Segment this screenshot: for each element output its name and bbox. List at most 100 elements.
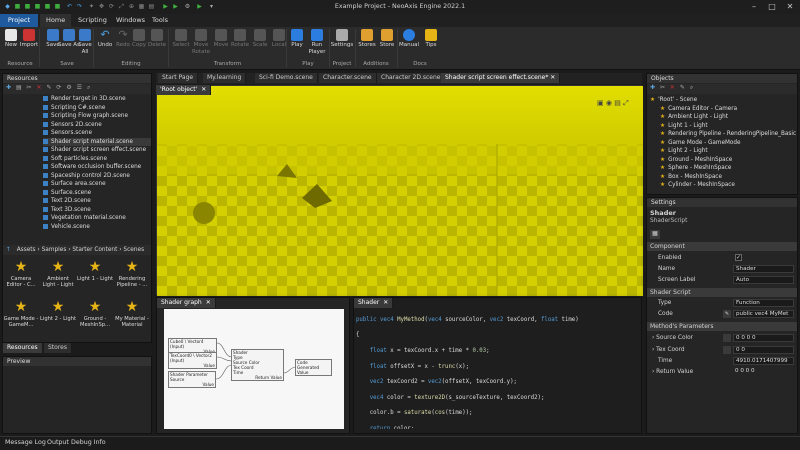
resource-file-item[interactable]: Surface area.scene: [43, 180, 151, 189]
object-tree-item[interactable]: ★ Box - MeshInSpace: [650, 173, 796, 182]
output-tab[interactable]: Output: [47, 439, 69, 446]
display-icon[interactable]: ▤: [614, 99, 621, 107]
object-tree-item[interactable]: ★ Light 2 - Light: [650, 147, 796, 156]
type-select[interactable]: Function: [733, 299, 794, 307]
close-icon[interactable]: ✕: [201, 86, 206, 93]
store-button[interactable]: Store: [376, 29, 398, 49]
viewport-root-tab[interactable]: 'Root object' ✕: [156, 85, 212, 95]
sphere-object[interactable]: [193, 202, 215, 224]
camera-icon[interactable]: ▣: [597, 99, 604, 107]
object-tree-item[interactable]: ★ Game Mode - GameMode: [650, 139, 796, 148]
source-color-row[interactable]: › Source Color: [652, 333, 693, 343]
code-editor[interactable]: public vec4 MyMethod(vec4 sourceColor, v…: [356, 309, 640, 429]
add-icon[interactable]: ✚: [650, 84, 655, 91]
cut-icon[interactable]: ✂: [660, 84, 665, 91]
tex-coord-input[interactable]: 0 0: [733, 346, 794, 354]
resource-file-item[interactable]: Vegetation material.scene: [43, 214, 151, 223]
view-mode-icon[interactable]: ▦: [650, 230, 660, 239]
node-code-generated[interactable]: Code Generated Value: [295, 359, 332, 376]
tab-shader[interactable]: Shader ✕: [354, 298, 394, 308]
document-tab[interactable]: Character.scene: [319, 73, 377, 83]
resource-thumbnail[interactable]: ★ Game Mode - GameM...: [3, 298, 39, 328]
name-input[interactable]: Shader: [733, 265, 794, 273]
list-view-icon[interactable]: ☰: [77, 84, 82, 91]
resource-file-item[interactable]: Render target in 3D.scene: [43, 95, 151, 104]
document-tab[interactable]: My.learning: [203, 73, 247, 83]
resource-file-item[interactable]: Text 2D.scene: [43, 197, 151, 206]
link-icon[interactable]: [723, 346, 731, 354]
fullscreen-icon[interactable]: ⤢: [623, 99, 629, 107]
object-tree-item[interactable]: ★ Camera Editor - Camera: [650, 105, 796, 114]
message-log-tab[interactable]: Message Log: [5, 439, 46, 446]
settings-icon[interactable]: ⚙: [66, 84, 71, 91]
object-tree-item[interactable]: ★ Rendering Pipeline - RenderingPipeline_…: [650, 130, 796, 139]
object-tree-item[interactable]: ★ Cylinder - MeshInSpace: [650, 181, 796, 190]
resource-thumbnail[interactable]: ★ Rendering Pipeline - ...: [114, 258, 150, 288]
resource-file-item[interactable]: Soft particles.scene: [43, 155, 151, 164]
menu-tools[interactable]: Tools: [146, 14, 174, 27]
source-color-input[interactable]: 0 0 0 0: [733, 334, 794, 342]
resource-file-item[interactable]: Sensors.scene: [43, 129, 151, 138]
resource-thumbnail[interactable]: ★ My Material - Material: [114, 298, 150, 328]
resource-file-item[interactable]: Spaceship control 2D.scene: [43, 172, 151, 181]
resource-file-item[interactable]: Scripting Flow graph.scene: [43, 112, 151, 121]
settings-button[interactable]: Settings: [330, 29, 354, 49]
delete-icon[interactable]: ✕: [670, 84, 675, 91]
screen-label-select[interactable]: Auto: [733, 276, 794, 284]
search-icon[interactable]: ⌕: [690, 84, 693, 91]
close-icon[interactable]: ✕: [548, 74, 555, 81]
resource-file-item[interactable]: Vehicle.scene: [43, 223, 151, 232]
link-icon[interactable]: [723, 334, 731, 342]
breadcrumb-samples[interactable]: Samples: [42, 247, 67, 253]
lighting-icon[interactable]: ◉: [606, 99, 612, 107]
node-shader[interactable]: Shader Type Source Color Tex Coord Time Retur…: [231, 349, 284, 381]
resource-file-item[interactable]: Software occlusion buffer.scene: [43, 163, 151, 172]
document-tab[interactable]: Sci-fi Demo.scene: [255, 73, 318, 83]
minimize-button[interactable]: –: [746, 1, 762, 13]
object-tree-item[interactable]: ★ Ambient Light - Light: [650, 113, 796, 122]
resource-file-item[interactable]: Shader script material.scene: [43, 137, 151, 146]
import-button[interactable]: Import: [18, 29, 40, 49]
resource-thumbnail[interactable]: ★ Light 2 - Light: [40, 298, 76, 322]
tab-resources[interactable]: Resources: [3, 343, 43, 353]
object-tree-item[interactable]: ★ Light 1 - Light: [650, 122, 796, 131]
resource-file-item[interactable]: Surface.scene: [43, 189, 151, 198]
object-tree-item[interactable]: ★ Ground - MeshInSpace: [650, 156, 796, 165]
resource-file-item[interactable]: Shader script screen effect.scene: [43, 146, 151, 155]
rotate-button[interactable]: Rotate: [229, 29, 251, 49]
resource-thumbnail[interactable]: ★ Light 1 - Light: [77, 258, 113, 282]
return-value-row[interactable]: › Return Value: [652, 367, 693, 377]
stores-button[interactable]: Stores: [356, 29, 378, 49]
up-arrow-icon[interactable]: ↑: [6, 247, 11, 253]
run-player-button[interactable]: Run Player: [306, 29, 328, 55]
node-shader-parameter[interactable]: Shader Parameter Source Value: [168, 371, 216, 388]
cut-icon[interactable]: ✂: [27, 84, 32, 91]
close-button[interactable]: ✕: [782, 1, 798, 13]
edit-code-icon[interactable]: ✎: [723, 310, 731, 318]
move-rotate-button[interactable]: Move Rotate: [190, 29, 212, 55]
add-icon[interactable]: ✚: [6, 84, 11, 91]
menu-scripting[interactable]: Scripting: [72, 14, 113, 27]
shader-graph-canvas[interactable]: Cube0 \ Vector4 (Input) Value TexCoord0 \…: [164, 309, 344, 429]
menu-project[interactable]: Project: [0, 14, 38, 27]
time-input[interactable]: 4910.0171407999: [733, 357, 794, 365]
delete-icon[interactable]: ✕: [37, 84, 42, 91]
menu-windows[interactable]: Windows: [110, 14, 151, 27]
tips-button[interactable]: Tips: [420, 29, 442, 49]
resource-file-item[interactable]: Scripting C#.scene: [43, 104, 151, 113]
tab-shader-graph[interactable]: Shader graph ✕: [157, 298, 216, 308]
code-input[interactable]: public vec4 MyMet: [733, 310, 794, 318]
rename-icon[interactable]: ✎: [46, 84, 51, 91]
object-tree-item[interactable]: ★ Sphere - MeshInSpace: [650, 164, 796, 173]
document-tab[interactable]: Start Page: [158, 73, 199, 83]
close-icon[interactable]: ✕: [383, 299, 388, 306]
debug-info-tab[interactable]: Debug Info: [71, 439, 106, 446]
resource-file-item[interactable]: Text 3D.scene: [43, 206, 151, 215]
object-tree-item[interactable]: ★ 'Root' - Scene: [650, 96, 796, 105]
refresh-icon[interactable]: ⟳: [56, 84, 61, 91]
resource-thumbnail[interactable]: ★ Ground - MeshInSp...: [77, 298, 113, 328]
menu-home[interactable]: Home: [40, 14, 72, 27]
manual-button[interactable]: Manual: [398, 29, 420, 49]
scene-viewport[interactable]: [156, 85, 643, 296]
resource-thumbnail[interactable]: ★ Ambient Light - Light: [40, 258, 76, 288]
